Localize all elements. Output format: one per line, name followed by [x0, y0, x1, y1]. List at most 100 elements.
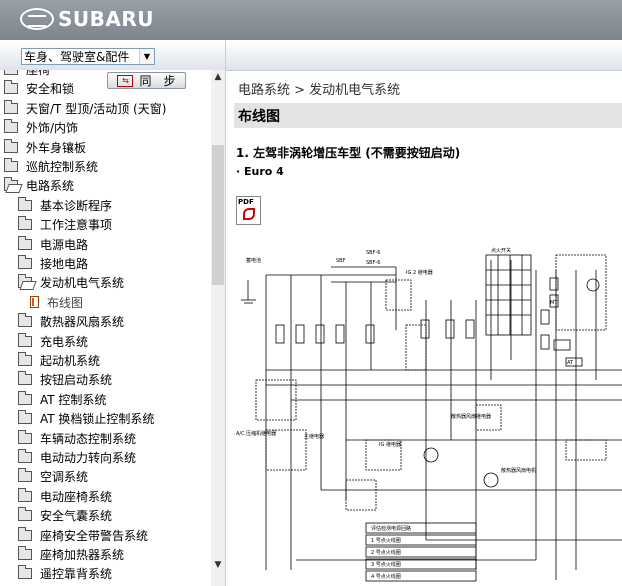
sidebar-item-label: AT 换档锁止控制系统 [40, 412, 155, 427]
wiring-list-item: 1 号点火线圈 [371, 537, 401, 544]
page-title: 布线图 [238, 109, 280, 125]
sidebar-item-label: 电路系统 [26, 179, 75, 194]
folder-icon [18, 390, 32, 405]
sidebar-item-label: AT 控制系统 [40, 392, 107, 407]
sidebar-item[interactable]: 遥控靠背系统 [18, 565, 112, 584]
sidebar-item-label: 基本诊断程序 [40, 198, 113, 213]
sidebar-item[interactable]: 车辆动态控制系统 [18, 429, 137, 449]
fan-relay-label: 散热器风扇继电器 [451, 413, 491, 420]
ac-relay-label: A/C 压缩机继电器 [236, 430, 276, 437]
folder-icon [4, 70, 18, 75]
sidebar-item[interactable]: 起动机系统 [18, 352, 100, 371]
sidebar-item-label: 巡航控制系统 [26, 160, 99, 174]
folder-icon [18, 196, 32, 211]
ig2-relay-label: IG 2 继电器 [406, 269, 433, 276]
sidebar-item-label: 发动机电气系统 [40, 276, 125, 291]
wiring-list-item: 3 号点火线圈 [371, 561, 401, 568]
sidebar-item[interactable]: 外车身镶板 [4, 138, 87, 158]
sidebar-item[interactable]: AT 控制系统 [18, 390, 107, 410]
sidebar-item[interactable]: 接地电路 [18, 255, 88, 274]
sidebar-item[interactable]: 发动机电气系统 [18, 274, 124, 293]
title-bar: 布线图 [234, 103, 622, 128]
sync-icon: ⇆ [117, 74, 134, 87]
sidebar-item-label: 座椅安全带警告系统 [40, 528, 149, 543]
folder-icon [18, 487, 32, 502]
section-heading: 1. 左驾非涡轮增压车型 (不需要按钮启动) [236, 146, 461, 160]
folder-icon [18, 546, 32, 560]
folder-icon [18, 235, 32, 250]
sidebar-item[interactable]: 座椅加热器系统 [18, 546, 124, 565]
wiring-list-item: 评估检测电源回路 [371, 525, 411, 532]
sidebar-item[interactable]: 充电系统 [18, 332, 89, 352]
sidebar-item-label: 充电系统 [40, 334, 89, 349]
sidebar-item[interactable]: 天窗/T 型顶/活动顶 (天窗) [4, 99, 166, 119]
pdf-label: PDF [238, 198, 254, 206]
sidebar-item[interactable]: 外饰/内饰 [4, 119, 78, 138]
folder-icon [18, 332, 32, 347]
folder-icon [18, 410, 32, 425]
category-select-value: 车身、驾驶室&配件 [24, 50, 130, 64]
sidebar-item-label: 起动机系统 [40, 354, 101, 368]
wiring-list-item: 4 号点火线圈 [371, 573, 401, 580]
pdf-icon[interactable]: PDF [236, 196, 261, 225]
sbf-top-label: SBF-6 [366, 250, 380, 256]
scroll-up-icon[interactable]: ▲ [211, 70, 225, 84]
ignition-switch-label: 点火开关 [491, 247, 511, 254]
sidebar-item[interactable]: 布线图 [30, 294, 83, 313]
subaru-logo: SUBARU [20, 7, 154, 31]
sidebar-item[interactable]: AT 换档锁止控制系统 [18, 410, 154, 429]
sidebar-item[interactable]: 电动座椅系统 [18, 487, 112, 507]
chevron-down-icon[interactable]: ▼ [139, 49, 154, 64]
folder-icon [18, 216, 32, 231]
sidebar-item-label: 工作注意事项 [40, 218, 113, 233]
folder-icon [4, 158, 18, 172]
sidebar-item-label: 接地电路 [40, 257, 89, 271]
sidebar-item[interactable]: 座椅安全带警告系统 [18, 526, 149, 546]
sync-button[interactable]: ⇆ 同 步 [107, 72, 186, 89]
sidebar-item[interactable]: 基本诊断程序 [18, 196, 113, 216]
ig-relay-label: IG 继电器 [379, 441, 401, 448]
folder-icon [18, 371, 32, 386]
sidebar-item-label: 散热器风扇系统 [40, 315, 125, 330]
scroll-thumb[interactable] [212, 145, 224, 285]
sidebar-item[interactable]: 电动动力转向系统 [18, 449, 136, 468]
sidebar-item-label: 空调系统 [40, 470, 89, 485]
sidebar-scrollbar[interactable]: ▲ ▼ [211, 70, 225, 586]
folder-icon [4, 119, 18, 134]
sidebar-item[interactable]: 按钮启动系统 [18, 371, 112, 390]
folder-icon [4, 99, 18, 114]
folder-icon [18, 565, 32, 580]
folder-icon [18, 313, 32, 328]
wiring-list-item: 2 号点火线圈 [371, 549, 401, 556]
sidebar-item-label: 安全气囊系统 [40, 509, 113, 524]
app-header: SUBARU [0, 0, 622, 40]
brand-name: SUBARU [58, 7, 155, 31]
sidebar-item-label: 车辆动态控制系统 [40, 431, 137, 446]
sync-button-label: 同 步 [139, 74, 176, 88]
wiring-diagram[interactable]: 蓄电池 SBF SBF-6 SBF-6 IG 2 继电器 点火开关 IG 继电器… [236, 240, 622, 586]
sidebar-item[interactable]: 安全气囊系统 [18, 507, 112, 526]
sidebar-item[interactable]: 巡航控制系统 [4, 158, 98, 177]
breadcrumb: 电路系统 > 发动机电气系统 [238, 83, 401, 98]
category-select[interactable]: 车身、驾驶室&配件 ▼ [21, 48, 155, 65]
sidebar-item-label: 座椅加热器系统 [40, 548, 125, 562]
sbf-left-label: SBF [336, 258, 346, 264]
sidebar-item[interactable]: 空调系统 [18, 468, 88, 487]
folder-icon [18, 507, 32, 522]
sidebar-item[interactable]: 座椅 [4, 70, 50, 80]
sidebar-item[interactable]: 电路系统 [4, 177, 74, 196]
sidebar-item[interactable]: 工作注意事项 [18, 216, 112, 235]
sidebar-item[interactable]: 电源电路 [18, 235, 88, 255]
sidebar-item[interactable]: 安全和锁 [4, 80, 74, 99]
content-pane: 电路系统 > 发动机电气系统 布线图 1. 左驾非涡轮增压车型 (不需要按钮启动… [226, 70, 622, 586]
sidebar-item-label: 外车身镶板 [26, 140, 87, 155]
sbf-mid-label: SBF-6 [366, 260, 380, 266]
toolbar: 车身、驾驶室&配件 ▼ [0, 40, 622, 71]
folder-icon [18, 449, 32, 463]
pdf-swirl-icon [243, 208, 255, 220]
folder-icon [18, 352, 32, 366]
document-icon [30, 296, 39, 309]
sidebar-item[interactable]: 散热器风扇系统 [18, 313, 124, 332]
sidebar-item-label: 座椅 [26, 70, 51, 77]
scroll-down-icon[interactable]: ▼ [211, 558, 225, 572]
